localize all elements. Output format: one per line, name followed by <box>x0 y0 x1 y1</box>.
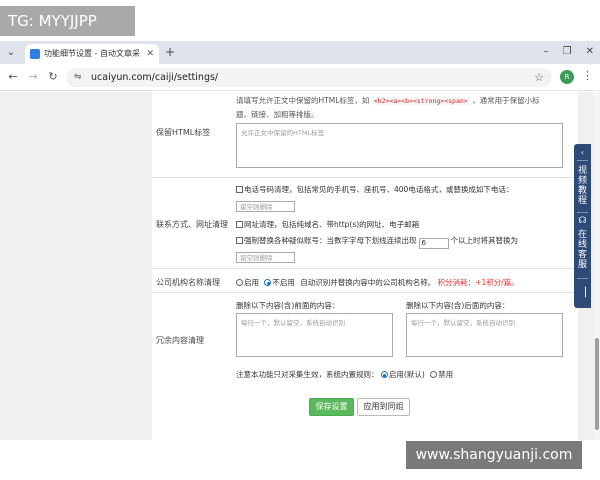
delete-after-textarea[interactable]: 每行一个，默认留空，系统自动识别 <box>406 313 563 357</box>
headset-icon: ☊ <box>578 216 587 226</box>
phone-replace-input[interactable]: 留空则删除 <box>236 201 295 212</box>
force-replace-option[interactable]: 强制替换各种疑似账号：当数字字母下划线连续出现 6 个以上时将其替换为 <box>236 235 518 249</box>
contact-cleanup-label: 联系方式、网址清理 <box>156 220 228 229</box>
tab-title: 功能细节设置 - 自动文章采集... <box>44 49 140 58</box>
company-disable-radio[interactable]: 不启用 <box>264 278 295 287</box>
browser-tab-active[interactable]: 功能细节设置 - 自动文章采集... ✕ <box>25 44 159 64</box>
delete-before-label: 删除以下内容(含)前面的内容： <box>236 301 340 310</box>
builtin-rules-disable-radio[interactable]: 禁用 <box>430 370 453 379</box>
redundant-cleanup-label: 冗余内容清理 <box>156 336 204 345</box>
html-tags-label: 保留HTML标签 <box>156 128 211 137</box>
html-tags-textarea[interactable]: 允许正文中保留的HTML标签 <box>236 123 563 168</box>
browser-tab-bar: ⌄ 功能细节设置 - 自动文章采集... ✕ + – ❐ ✕ <box>0 41 600 64</box>
save-settings-button[interactable]: 保存设置 <box>309 398 354 416</box>
delete-before-textarea[interactable]: 每行一个，默认留空，系统自动识别 <box>236 313 393 357</box>
window-controls: – ❐ ✕ <box>544 45 594 59</box>
bookmark-star-icon[interactable]: ☆ <box>534 71 544 84</box>
html-tags-example-code: <h2><a><b><strong><span> <box>371 97 470 105</box>
online-service-link[interactable]: 在线客服 <box>574 230 591 270</box>
builtin-rules-note: 注意本功能只对采集生效，系统内置规则： <box>236 370 379 379</box>
side-collapse-icon[interactable]: ‹ <box>574 148 591 158</box>
side-float-panel: ‹ 视频教程 ☊ 在线客服 ▕ <box>574 144 591 308</box>
force-replace-input[interactable]: 留空则删除 <box>236 252 295 263</box>
address-bar[interactable]: ⇋ ucaiyun.com/caiji/settings/ ☆ <box>66 68 552 87</box>
html-tags-description: 请填写允许正文中保留的HTML标签，如 <h2><a><b><strong><s… <box>236 96 540 105</box>
row-divider <box>152 292 578 293</box>
site-info-icon[interactable]: ⇋ <box>74 72 82 83</box>
window-close-icon[interactable]: ✕ <box>586 45 594 59</box>
company-enable-radio[interactable]: 启用 <box>236 278 259 287</box>
reload-icon[interactable]: ↻ <box>46 70 60 84</box>
company-cleanup-description: 自动识别并替换内容中的公司机构名称。 <box>300 278 436 287</box>
page-content: 请填写允许正文中保留的HTML标签，如 <h2><a><b><strong><s… <box>0 92 600 440</box>
site-favicon-icon <box>30 49 40 59</box>
company-cleanup-label: 公司机构名称清理 <box>156 278 220 287</box>
side-minimize-icon[interactable]: ▕ <box>574 288 591 298</box>
company-cleanup-options: 启用 不启用 自动识别并替换内容中的公司机构名称。 积分消耗：+1积分/篇。 <box>236 277 519 288</box>
video-tutorial-link[interactable]: 视频教程 <box>574 166 591 206</box>
minimize-icon[interactable]: – <box>544 45 549 59</box>
phone-cleanup-checkbox[interactable] <box>236 186 243 193</box>
html-tags-description-line2: 题、链接、加粗等排版。 <box>236 110 319 119</box>
builtin-rules-row: 注意本功能只对采集生效，系统内置规则： 启用(默认) 禁用 <box>236 369 453 380</box>
side-divider <box>577 278 588 279</box>
browser-toolbar: ← → ↻ ⇋ ucaiyun.com/caiji/settings/ ☆ R … <box>0 64 600 91</box>
phone-cleanup-option[interactable]: 电话号码清理，包括常见的手机号、座机号、400电话格式，或替换成如下电话： <box>236 184 513 195</box>
points-cost-text: 积分消耗：+1积分/篇。 <box>437 278 519 287</box>
browser-menu-icon[interactable]: ⋮ <box>582 69 593 83</box>
side-divider <box>577 212 588 213</box>
delete-after-label: 删除以下内容(含)后面的内容： <box>406 301 510 310</box>
forward-arrow-icon[interactable]: → <box>26 70 40 84</box>
site-watermark: www.shangyuanji.com <box>406 441 582 469</box>
tab-close-icon[interactable]: ✕ <box>146 48 154 60</box>
new-tab-icon[interactable]: + <box>165 45 175 59</box>
url-cleanup-option[interactable]: 网址清理，包括纯域名、带http(s)的网址、电子邮箱 <box>236 219 419 230</box>
url-text: ucaiyun.com/caiji/settings/ <box>91 72 219 83</box>
builtin-rules-default-radio[interactable]: 启用(默认) <box>380 370 425 379</box>
tg-badge: TG: MYYJJPP <box>0 6 135 36</box>
settings-form: 请填写允许正文中保留的HTML标签，如 <h2><a><b><strong><s… <box>152 92 578 440</box>
row-divider <box>152 177 578 178</box>
back-arrow-icon[interactable]: ← <box>6 70 20 84</box>
side-divider <box>577 160 588 161</box>
scrollbar-thumb[interactable] <box>595 338 599 430</box>
restore-icon[interactable]: ❐ <box>563 45 572 59</box>
url-cleanup-checkbox[interactable] <box>236 221 243 228</box>
apply-to-group-button[interactable]: 应用到同组 <box>357 398 410 416</box>
profile-avatar[interactable]: R <box>560 70 574 84</box>
row-divider <box>152 268 578 269</box>
force-count-input[interactable]: 6 <box>418 238 449 249</box>
tab-search-dropdown-icon[interactable]: ⌄ <box>4 46 18 60</box>
force-replace-checkbox[interactable] <box>236 237 243 244</box>
